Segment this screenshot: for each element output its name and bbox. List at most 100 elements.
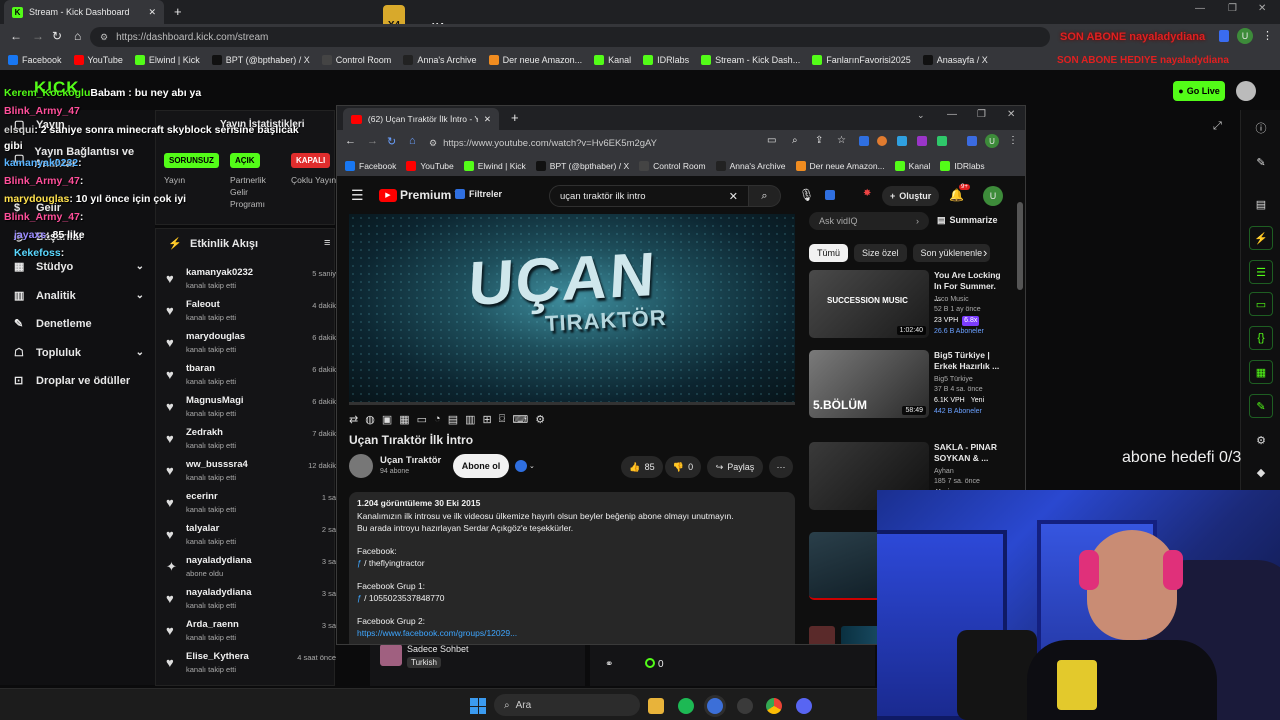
go-live-button[interactable]: ● Go Live [1173, 81, 1225, 101]
screenshot-icon[interactable]: ▣ [382, 413, 392, 426]
desc-fbg1-link[interactable]: / 1055023537848770 [364, 593, 444, 603]
settings-icon[interactable]: ⚙ [1253, 432, 1269, 448]
yt-extension-2-icon[interactable] [877, 136, 887, 146]
yt-close-tab-icon[interactable]: ✕ [484, 114, 491, 125]
yt-cast-icon[interactable]: ▭ [767, 135, 776, 146]
rec-thumbnail[interactable]: 5.BÖLÜM 58:49 [809, 350, 929, 418]
yt-back-icon[interactable]: ← [345, 135, 356, 147]
yt-tab-search-icon[interactable]: ⌄ [917, 110, 925, 121]
pip-icon[interactable]: ▭ [417, 413, 427, 426]
activity-item[interactable]: ♥ nayaladydiana kanalı takip etti 3 sa [156, 585, 336, 617]
obs-icon[interactable] [737, 698, 753, 714]
audio-icon[interactable]: ◍ [365, 413, 375, 426]
activity-item[interactable]: ♥ MagnusMagi kanalı takip etti 6 dakik [156, 393, 336, 425]
stream-language-tag[interactable]: Turkish [407, 657, 441, 668]
yt-maximize-icon[interactable]: ❐ [977, 109, 986, 120]
maximize-icon[interactable]: ❐ [1228, 3, 1237, 14]
profile-icon[interactable]: U [1237, 28, 1253, 44]
more-actions-button[interactable]: ⋯ [769, 456, 793, 478]
yt-bookmark-item[interactable]: Kanal [894, 161, 930, 171]
spotify-icon[interactable] [678, 698, 694, 714]
clip-icon[interactable]: ▦ [399, 413, 409, 426]
summarize-button[interactable]: ▤ Summarize [937, 215, 998, 226]
edit-icon[interactable]: ✎ [1253, 154, 1269, 170]
keyboard-icon[interactable]: ⌨ [512, 413, 528, 426]
chat-username[interactable]: Kerem_Kockoglu [4, 87, 90, 99]
yt-account-avatar[interactable]: U [983, 186, 1003, 206]
user-avatar[interactable] [1236, 81, 1256, 101]
chat-username[interactable]: Blink_Army_47 [4, 211, 80, 223]
chrome-icon[interactable] [766, 698, 782, 714]
yt-filter-chip[interactable]: Size özel [854, 244, 907, 262]
layout-icon[interactable]: ▤ [1253, 196, 1269, 212]
windows-start-icon[interactable] [470, 698, 486, 714]
yt-profile-icon[interactable]: U [985, 134, 999, 148]
yt-sidepanel-icon[interactable] [967, 136, 977, 146]
popout-icon[interactable]: ⤢ [1213, 120, 1222, 133]
bookmark-item[interactable]: Anna's Archive [403, 55, 477, 65]
yt-bookmark-item[interactable]: Facebook [345, 161, 396, 171]
yt-bookmark-item[interactable]: Anna's Archive [715, 161, 786, 171]
activity-item[interactable]: ♥ ecerinr kanalı takip etti 1 sa [156, 489, 336, 521]
video-settings-icon[interactable]: ⚙ [535, 413, 545, 426]
yt-vidiq-alert-icon[interactable]: ✸ [863, 188, 871, 199]
yt-search-button[interactable]: ⌕ [749, 185, 781, 207]
chat-username[interactable]: elsqui [4, 124, 34, 136]
yt-url-field[interactable]: ⚙ https://www.youtube.com/watch?v=Hv6EK5… [429, 133, 729, 153]
activity-item[interactable]: ♥ Elise_Kythera kanalı takip etti 4 saat ön… [156, 649, 336, 681]
yt-new-tab-icon[interactable]: + [511, 110, 519, 125]
yt-video-player[interactable]: UÇAN TIRAKTÖR [349, 214, 795, 402]
activity-item[interactable]: ♥ Arda_raenn kanalı takip etti 3 sa [156, 617, 336, 649]
yt-bookmark-item[interactable]: BPT (@bpthaber) / X [535, 161, 629, 171]
yt-clear-search-icon[interactable]: ✕ [729, 190, 738, 203]
subtitles-icon[interactable]: ▤ [448, 413, 458, 426]
yt-filters-button[interactable]: Filtreler [455, 189, 502, 199]
video-progress-bar[interactable] [349, 402, 795, 405]
discord-icon[interactable] [796, 698, 812, 714]
chat-username[interactable]: kamanyak0232 [4, 157, 78, 169]
quick-action-code-icon[interactable]: {} [1249, 326, 1273, 350]
yt-bookmark-item[interactable]: IDRlabs [940, 161, 985, 171]
yt-search-input[interactable]: uçan tıraktör ilk intro ✕ [549, 185, 749, 207]
like-button[interactable]: 👍 85 [621, 456, 663, 478]
bookmark-item[interactable]: Anasayfa / X [922, 55, 988, 65]
activity-item[interactable]: ♥ Faleout kanalı takip etti 4 dakik [156, 297, 336, 329]
yt-share-icon[interactable]: ⇪ [815, 135, 823, 146]
chips-next-icon[interactable]: › [983, 245, 987, 260]
chat-username[interactable]: Blink_Army_47 [4, 105, 80, 117]
bookmark-item[interactable]: Stream - Kick Dash... [701, 55, 800, 65]
yt-bookmark-item[interactable]: YouTube [406, 161, 454, 171]
ask-vidiq-input[interactable]: Ask vidIQ › [809, 212, 929, 230]
yt-bookmark-item[interactable]: Der neue Amazon... [795, 161, 885, 171]
yt-extension-5-icon[interactable] [937, 136, 947, 146]
activity-item[interactable]: ♥ tbaran kanalı takip etti 6 dakik [156, 361, 336, 393]
yt-minimize-icon[interactable]: — [947, 109, 957, 120]
bookmark-item[interactable]: Kanal [594, 55, 631, 65]
chat-username[interactable]: Kekefoss [14, 247, 61, 259]
activity-item[interactable]: ♥ talyalar kanalı takip etti 2 sa [156, 521, 336, 553]
yt-recommended-video[interactable]: 5.BÖLÜM 58:49 Big5 Türkiye | Erkek Hazırlı… [809, 350, 1009, 430]
bookmark-item[interactable]: IDRlabs [643, 55, 689, 65]
dislike-button[interactable]: 👎 0 [665, 456, 701, 478]
yt-extension-3-icon[interactable] [897, 136, 907, 146]
yt-extension-1-icon[interactable] [859, 136, 869, 146]
rec-thumbnail[interactable]: SUCCESSION MUSIC 1:02:40 [809, 270, 929, 338]
yt-create-button[interactable]: + Oluştur [882, 186, 940, 206]
yt-reload-icon[interactable]: ↻ [387, 135, 396, 148]
sidebar-item[interactable]: ⊡ Droplar ve ödüller [14, 374, 144, 388]
file-explorer-icon[interactable] [648, 698, 664, 714]
subscribe-button[interactable]: Abone ol [453, 454, 509, 478]
yt-filter-chip[interactable]: Son yüklenenle [912, 244, 991, 262]
yt-bookmark-item[interactable]: Elwind | Kick [463, 161, 526, 171]
close-window-icon[interactable]: ✕ [1258, 3, 1266, 14]
yt-extension-4-icon[interactable] [917, 136, 927, 146]
bookmark-item[interactable]: FanlarınFavorisi2025 [812, 55, 911, 65]
shield-icon[interactable]: ◆ [1253, 464, 1269, 480]
chrome-active-icon[interactable] [707, 698, 723, 714]
minimize-icon[interactable]: — [1195, 3, 1205, 14]
sidebar-item[interactable]: ✎ Denetleme [14, 317, 144, 331]
info-icon[interactable]: ⓘ [1253, 120, 1269, 136]
bookmark-item[interactable]: Der neue Amazon... [488, 55, 582, 65]
extension-icon[interactable] [1219, 30, 1229, 42]
activity-item[interactable]: ♥ ww_busssra4 kanalı takip etti 12 dakik [156, 457, 336, 489]
